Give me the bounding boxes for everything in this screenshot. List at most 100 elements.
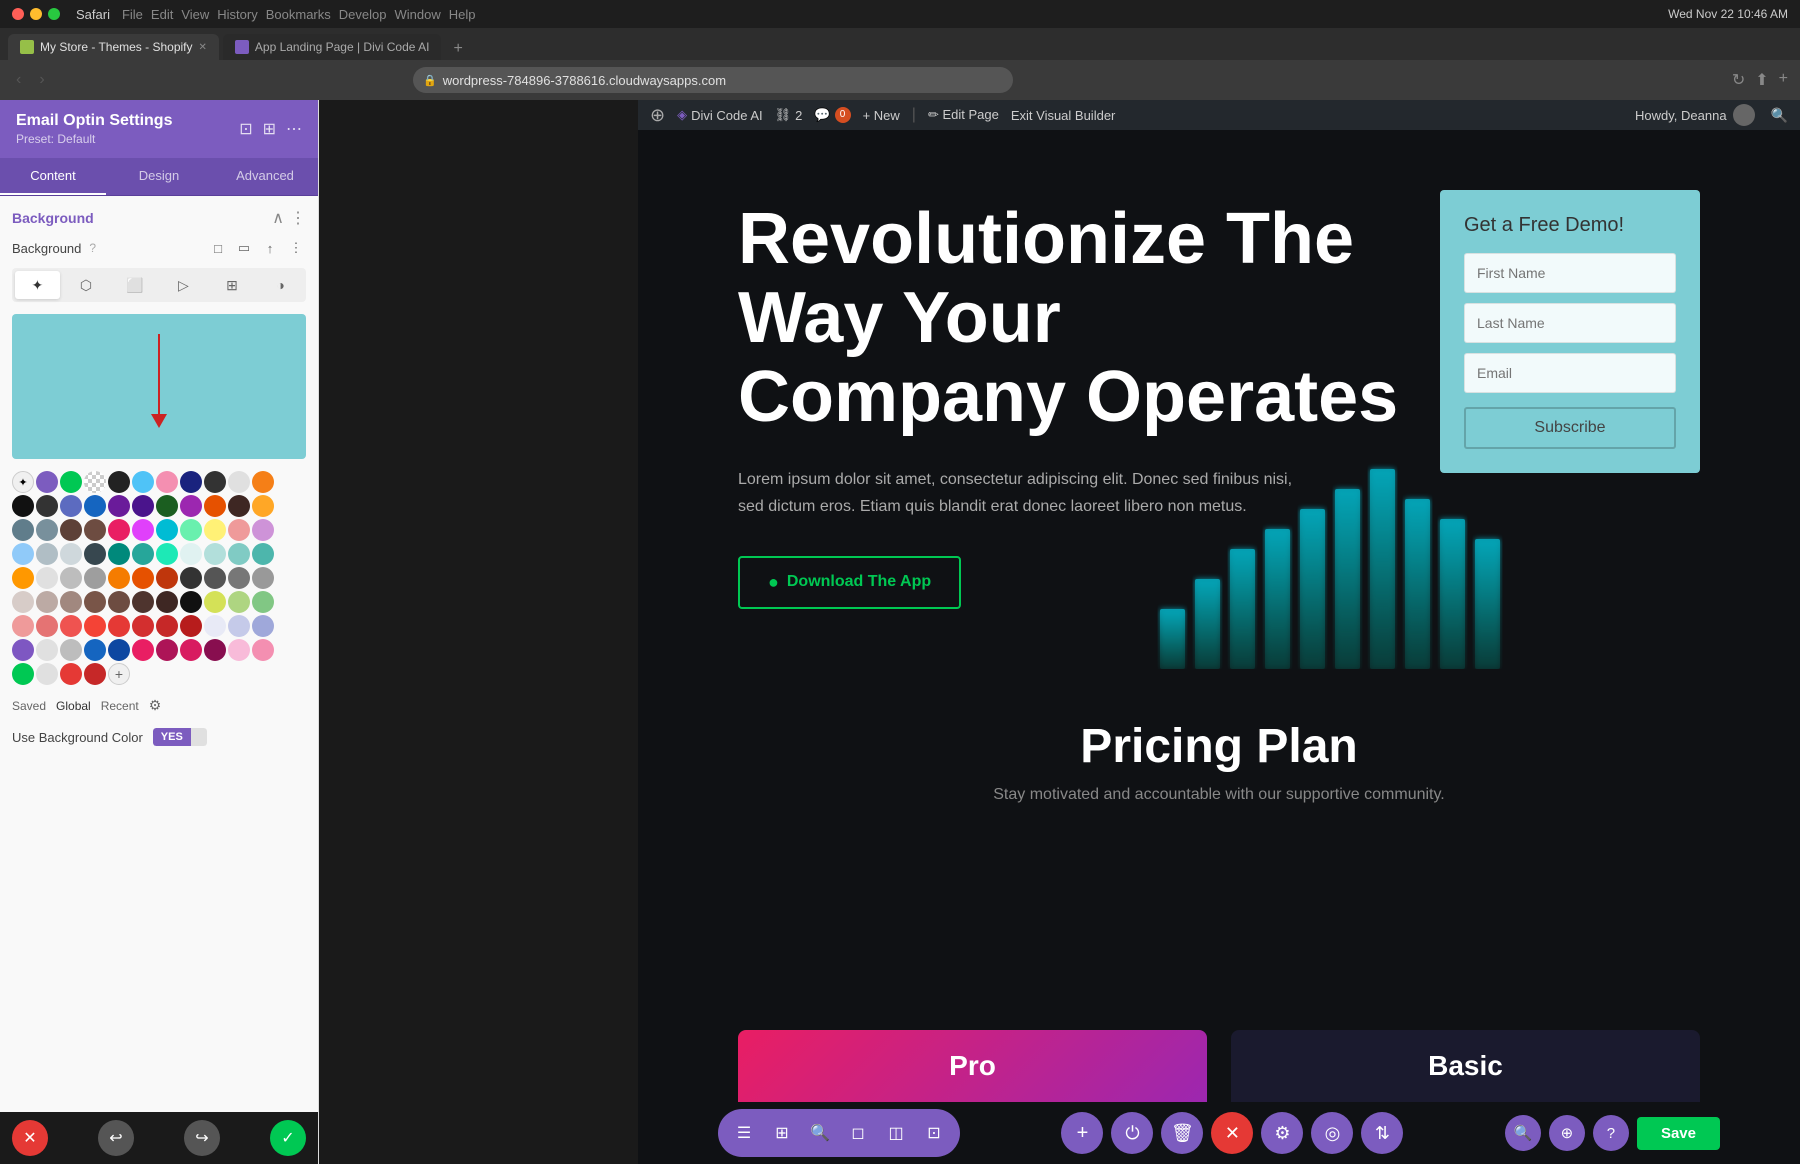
toolbar-columns-btn[interactable]: ◫	[878, 1115, 914, 1151]
bg-type-video[interactable]: ▷	[161, 271, 206, 299]
swatch-r7-11[interactable]	[252, 615, 274, 637]
toolbar-help-btn[interactable]: ?	[1593, 1115, 1629, 1151]
swatch-r7-1[interactable]	[12, 615, 34, 637]
swatch-r4-11[interactable]	[252, 543, 274, 565]
toolbar-hamburger-btn[interactable]: ☰	[726, 1115, 762, 1151]
wp-logo[interactable]: ⊕	[650, 105, 665, 126]
tab-design[interactable]: Design	[106, 158, 212, 195]
bg-type-gradient[interactable]: ⬡	[64, 271, 109, 299]
swatch-r6-7[interactable]	[156, 591, 178, 613]
swatch-lightgray1[interactable]	[228, 471, 250, 493]
swatch-r6-9[interactable]	[204, 591, 226, 613]
swatch-r3-3[interactable]	[60, 519, 82, 541]
swatch-r8-4[interactable]	[84, 639, 106, 661]
swatch-r7-4[interactable]	[84, 615, 106, 637]
toggle-no[interactable]	[191, 728, 207, 746]
swatch-r5-3[interactable]	[60, 567, 82, 589]
toolbar-cancel-btn[interactable]: ✕	[1211, 1112, 1253, 1154]
swatch-r8-2[interactable]	[36, 639, 58, 661]
color-preview-box[interactable]	[12, 314, 306, 459]
add-color-btn[interactable]: +	[108, 663, 130, 685]
save-btn[interactable]: Save	[1637, 1117, 1720, 1150]
swatch-r8-10[interactable]	[228, 639, 250, 661]
swatch-r3-9[interactable]	[204, 519, 226, 541]
swatch-r5-7[interactable]	[156, 567, 178, 589]
swatch-r6-5[interactable]	[108, 591, 130, 613]
bg-mobile-icon[interactable]: ↑	[260, 238, 280, 258]
recent-tab[interactable]: Recent	[101, 699, 139, 713]
swatch-r6-1[interactable]	[12, 591, 34, 613]
swatch-r4-3[interactable]	[60, 543, 82, 565]
bg-type-solid[interactable]: ✦	[15, 271, 60, 299]
swatch-r8-11[interactable]	[252, 639, 274, 661]
swatch-r7-8[interactable]	[180, 615, 202, 637]
swatch-r3-4[interactable]	[84, 519, 106, 541]
swatch-r7-10[interactable]	[228, 615, 250, 637]
swatch-r2-2[interactable]	[36, 495, 58, 517]
last-name-input[interactable]	[1464, 303, 1676, 343]
swatch-r2-5[interactable]	[108, 495, 130, 517]
swatch-r8-6[interactable]	[132, 639, 154, 661]
swatch-r5-11[interactable]	[252, 567, 274, 589]
download-app-btn[interactable]: ● Download The App	[738, 556, 961, 609]
swatch-r6-2[interactable]	[36, 591, 58, 613]
section-collapse-btn[interactable]: ∧	[272, 208, 284, 228]
toolbar-grid-btn[interactable]: ⊞	[764, 1115, 800, 1151]
browser-tab-shopify[interactable]: My Store - Themes - Shopify ✕	[8, 34, 219, 60]
toggle-yes[interactable]: YES	[153, 728, 191, 746]
bg-type-pattern[interactable]: ⊞	[210, 271, 255, 299]
first-name-input[interactable]	[1464, 253, 1676, 293]
toolbar-zoom-btn[interactable]: 🔍	[1505, 1115, 1541, 1151]
toolbar-layout-btn[interactable]: ◻	[840, 1115, 876, 1151]
toolbar-add-btn[interactable]: +	[1061, 1112, 1103, 1154]
swatch-r6-10[interactable]	[228, 591, 250, 613]
swatch-r4-6[interactable]	[132, 543, 154, 565]
swatch-r7-5[interactable]	[108, 615, 130, 637]
menu-window[interactable]: Window	[394, 7, 440, 22]
swatch-r4-1[interactable]	[12, 543, 34, 565]
menu-bookmarks[interactable]: Bookmarks	[266, 7, 331, 22]
menu-develop[interactable]: Develop	[339, 7, 387, 22]
bg-desktop-icon[interactable]: □	[208, 238, 228, 258]
menu-help[interactable]: Help	[449, 7, 476, 22]
swatch-r2-6[interactable]	[132, 495, 154, 517]
settings-icon[interactable]: ⊡	[239, 119, 252, 139]
reload-btn[interactable]: ↻	[1732, 70, 1745, 90]
swatch-r4-4[interactable]	[84, 543, 106, 565]
swatch-darkgray[interactable]	[204, 471, 226, 493]
toolbar-responsive-btn[interactable]: ⊕	[1549, 1115, 1585, 1151]
swatch-r3-8[interactable]	[180, 519, 202, 541]
menu-edit[interactable]: Edit	[151, 7, 173, 22]
swatch-r7-2[interactable]	[36, 615, 58, 637]
swatch-r4-10[interactable]	[228, 543, 250, 565]
swatch-r8-9[interactable]	[204, 639, 226, 661]
eyedropper-btn[interactable]: ✦	[12, 471, 34, 493]
swatch-r2-10[interactable]	[228, 495, 250, 517]
swatch-r8-3[interactable]	[60, 639, 82, 661]
swatch-r7-7[interactable]	[156, 615, 178, 637]
columns-icon[interactable]: ⊞	[263, 119, 276, 139]
toolbar-power-btn[interactable]: ⏻	[1111, 1112, 1153, 1154]
menu-view[interactable]: View	[181, 7, 209, 22]
wp-links[interactable]: ⛓ 2	[775, 107, 803, 123]
swatch-r8-8[interactable]	[180, 639, 202, 661]
sidebar-redo-btn[interactable]: ↪	[184, 1120, 220, 1156]
swatch-r5-4[interactable]	[84, 567, 106, 589]
swatch-r6-4[interactable]	[84, 591, 106, 613]
toolbar-more-btn[interactable]: ⊡	[916, 1115, 952, 1151]
swatch-r8-1[interactable]	[12, 639, 34, 661]
swatch-r3-1[interactable]	[12, 519, 34, 541]
more-icon[interactable]: ⋯	[286, 119, 302, 139]
swatch-r5-1[interactable]	[12, 567, 34, 589]
swatch-r9-2[interactable]	[36, 663, 58, 685]
tab-content[interactable]: Content	[0, 158, 106, 195]
bg-type-mask[interactable]: ◑	[258, 271, 303, 299]
swatch-r3-7[interactable]	[156, 519, 178, 541]
toolbar-search-btn[interactable]: 🔍	[802, 1115, 838, 1151]
swatch-r8-7[interactable]	[156, 639, 178, 661]
new-window-btn[interactable]: +	[1779, 70, 1788, 90]
swatch-r4-9[interactable]	[204, 543, 226, 565]
toolbar-trash-btn[interactable]: 🗑	[1161, 1112, 1203, 1154]
wp-exit-builder[interactable]: Exit Visual Builder	[1011, 108, 1116, 123]
wp-comments[interactable]: 💬 0	[814, 107, 850, 123]
